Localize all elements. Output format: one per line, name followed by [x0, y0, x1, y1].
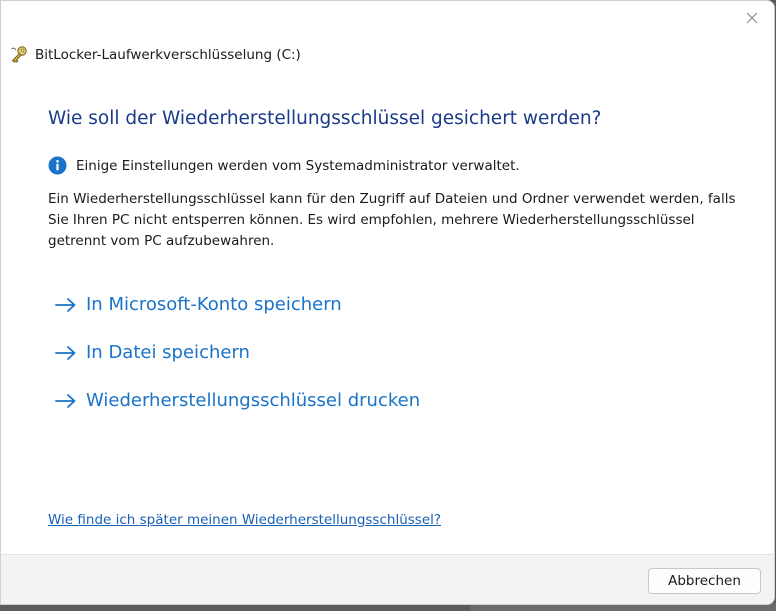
app-header: BitLocker-Laufwerkverschlüsselung (C:) [9, 45, 301, 65]
bitlocker-key-icon [11, 46, 27, 63]
window-title: BitLocker-Laufwerkverschlüsselung (C:) [35, 47, 301, 63]
admin-notice-text: Einige Einstellungen werden vom Systemad… [76, 157, 520, 174]
option-save-to-file[interactable]: In Datei speichern [55, 342, 250, 363]
close-icon [746, 12, 758, 24]
bitlocker-dialog: BitLocker-Laufwerkverschlüsselung (C:) W… [0, 0, 775, 605]
arrow-right-icon [55, 297, 76, 312]
close-button[interactable] [740, 7, 764, 29]
admin-notice: Einige Einstellungen werden vom Systemad… [48, 156, 520, 175]
arrow-right-icon [55, 393, 76, 408]
description-text: Ein Wiederherstellungsschlüssel kann für… [48, 191, 736, 249]
option-label: In Microsoft-Konto speichern [86, 294, 342, 315]
option-label: Wiederherstellungsschlüssel drucken [86, 390, 421, 411]
info-icon [48, 156, 67, 175]
help-link-find-recovery-key[interactable]: Wie finde ich später meinen Wiederherste… [48, 512, 441, 528]
page-title: Wie soll der Wiederherstellungsschlüssel… [48, 108, 602, 129]
dialog-footer: Abbrechen [1, 554, 774, 604]
option-label: In Datei speichern [86, 342, 250, 363]
arrow-right-icon [55, 345, 76, 360]
option-print-recovery-key[interactable]: Wiederherstellungsschlüssel drucken [55, 390, 420, 411]
title-bar [1, 1, 774, 35]
cancel-button[interactable]: Abbrechen [648, 568, 761, 594]
option-save-to-microsoft-account[interactable]: In Microsoft-Konto speichern [55, 294, 342, 315]
